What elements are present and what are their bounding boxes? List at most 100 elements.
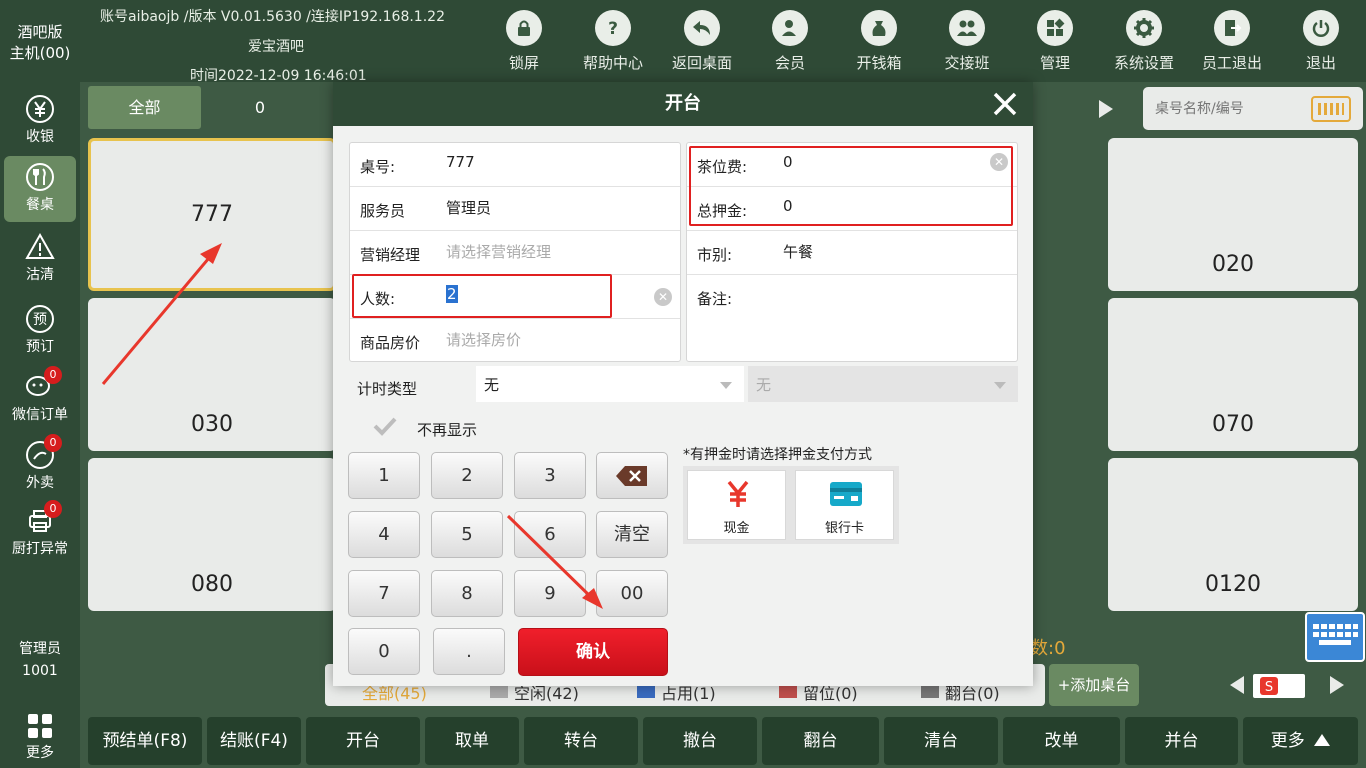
add-table-button[interactable]: +添加桌台: [1049, 664, 1139, 706]
key-1[interactable]: 1: [348, 452, 420, 499]
deposit-note: *有押金时请选择押金支付方式: [683, 447, 872, 463]
key-dot[interactable]: .: [433, 628, 505, 675]
deposit-pay-methods: 现金 银行卡: [683, 466, 899, 544]
turn-table-button[interactable]: 翻台: [762, 717, 879, 765]
key-3[interactable]: 3: [514, 452, 586, 499]
key-4[interactable]: 4: [348, 511, 420, 558]
keyboard-icon: [1313, 624, 1358, 645]
remark-row: 备注:: [687, 275, 1017, 363]
left-form-panel: 桌号: 777 服务员 管理员 营销经理 请选择营销经理 人数: 2 ✕ 商品房…: [349, 142, 681, 362]
field-label: 市别:: [697, 246, 733, 264]
field-label: 商品房价: [360, 334, 421, 352]
next-page-arrow[interactable]: [1099, 100, 1113, 118]
take-order-button[interactable]: 取单: [425, 717, 519, 765]
more-button[interactable]: 更多: [1243, 717, 1358, 765]
open-table-dialog: 开台 桌号: 777 服务员 管理员 营销经理 请选择营销经理 人数: 2 ✕ …: [333, 82, 1033, 686]
key-0[interactable]: 0: [348, 628, 420, 675]
clear-icon[interactable]: ✕: [654, 288, 672, 306]
meal-period-field[interactable]: 午餐: [783, 241, 813, 262]
table-tile-777[interactable]: 777: [88, 138, 336, 291]
key-00[interactable]: 00: [596, 570, 668, 617]
key-2[interactable]: 2: [431, 452, 503, 499]
key-6[interactable]: 6: [514, 511, 586, 558]
timing-subtype-select[interactable]: 无: [748, 366, 1018, 402]
transfer-table-button[interactable]: 转台: [524, 717, 638, 765]
lock-icon: [518, 20, 530, 36]
staff-exit-button[interactable]: 员工退出: [1190, 8, 1274, 78]
sidebar-item-tables[interactable]: 餐桌: [4, 156, 76, 222]
brand-label: 酒吧版 主机(00): [0, 22, 80, 64]
room-price-field[interactable]: 请选择房价: [446, 329, 521, 350]
triangle-up-icon: [1314, 734, 1331, 746]
merge-table-button[interactable]: 并台: [1125, 717, 1238, 765]
key-5[interactable]: 5: [431, 511, 503, 558]
pay-bank-card-button[interactable]: 银行卡: [795, 470, 894, 540]
checkout-button[interactable]: 结账(F4): [207, 717, 301, 765]
manage-button[interactable]: 管理: [1013, 8, 1097, 78]
sidebar-item-label: 预订: [26, 339, 54, 355]
handover-button[interactable]: 交接班: [925, 8, 1009, 78]
system-settings-button[interactable]: 系统设置: [1102, 8, 1186, 78]
member-button[interactable]: 会员: [748, 8, 832, 78]
sidebar-item-cashier[interactable]: 收银: [4, 88, 76, 154]
clear-table-button[interactable]: 清台: [884, 717, 998, 765]
ime-s-icon: S: [1260, 677, 1278, 695]
close-icon[interactable]: [991, 90, 1019, 118]
table-number: 080: [191, 572, 233, 597]
lock-screen-button[interactable]: 锁屏: [482, 8, 566, 78]
keyboard-icon[interactable]: [1311, 96, 1351, 122]
table-tile-030[interactable]: 030: [88, 298, 336, 451]
sidebar-item-takeout[interactable]: 0 外卖: [4, 434, 76, 500]
next-page-arrow-bottom[interactable]: [1330, 676, 1344, 694]
table-tile-0120[interactable]: 0120: [1108, 458, 1358, 611]
sidebar-item-label: 厨打异常: [12, 541, 68, 557]
table-number-field[interactable]: 777: [446, 153, 475, 171]
brand-line1: 酒吧版: [17, 23, 63, 41]
sidebar-item-wechat-orders[interactable]: 0 微信订单: [4, 366, 76, 432]
sales-manager-field[interactable]: 请选择营销经理: [446, 241, 551, 262]
help-center-button[interactable]: ? 帮助中心: [571, 8, 655, 78]
svg-text:预: 预: [33, 312, 47, 328]
open-cashbox-button[interactable]: 开钱箱: [837, 8, 921, 78]
top-header: 账号aibaojb /版本 V0.01.5630 /连接IP192.168.1.…: [80, 0, 1366, 84]
help-icon: ?: [608, 19, 618, 38]
ime-indicator[interactable]: S: [1253, 674, 1305, 698]
sidebar-item-label: 餐桌: [26, 197, 54, 213]
chevron-down-icon: [720, 382, 732, 389]
return-desktop-button[interactable]: 返回桌面: [660, 8, 744, 78]
sidebar-more-label: 更多: [26, 745, 54, 761]
cancel-table-button[interactable]: 撤台: [643, 717, 757, 765]
backspace-key[interactable]: [596, 452, 668, 499]
handover-icon: [957, 20, 977, 36]
waiter-field[interactable]: 管理员: [446, 197, 491, 218]
table-tile-070[interactable]: 070: [1108, 298, 1358, 451]
prev-page-arrow[interactable]: [1230, 676, 1244, 694]
key-8[interactable]: 8: [431, 570, 503, 617]
field-label: 桌号:: [360, 158, 396, 176]
table-search-input[interactable]: [1155, 98, 1305, 120]
confirm-button[interactable]: 确认: [518, 628, 668, 676]
pre-settle-button[interactable]: 预结单(F8): [88, 717, 202, 765]
key-9[interactable]: 9: [514, 570, 586, 617]
exit-button[interactable]: 退出: [1279, 8, 1363, 78]
table-tile-080[interactable]: 080: [88, 458, 336, 611]
legend-swatch-occupied: [637, 684, 655, 698]
current-user: 管理员 1001: [0, 638, 80, 682]
key-7[interactable]: 7: [348, 570, 420, 617]
sidebar-item-soldout[interactable]: 沽清: [4, 226, 76, 292]
modify-order-button[interactable]: 改单: [1003, 717, 1120, 765]
sidebar-item-reserve[interactable]: 预 预订: [4, 298, 76, 364]
clear-key[interactable]: 清空: [596, 511, 668, 558]
meal-period-row: 市别: 午餐: [687, 231, 1017, 275]
sidebar-item-kitchen-print-error[interactable]: 0 厨打异常: [4, 500, 76, 566]
waiter-row: 服务员 管理员: [350, 187, 680, 231]
table-tile-020[interactable]: 020: [1108, 138, 1358, 291]
filter-all-button[interactable]: 全部: [88, 86, 201, 129]
table-search-box: [1143, 87, 1363, 130]
sidebar-more-button[interactable]: 更多: [4, 706, 76, 768]
highlight-guest-count: [352, 274, 612, 318]
timing-type-select[interactable]: 无: [476, 366, 744, 402]
floating-keyboard-button[interactable]: [1305, 612, 1365, 662]
open-table-button[interactable]: 开台: [306, 717, 420, 765]
pay-cash-button[interactable]: 现金: [687, 470, 786, 540]
